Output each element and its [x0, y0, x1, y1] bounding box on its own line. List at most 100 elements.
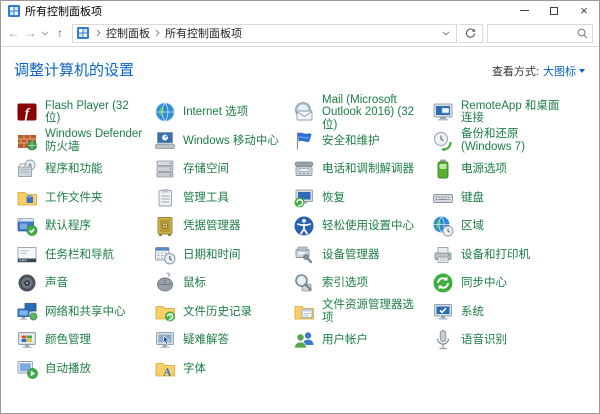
control-panel-item[interactable]: Internet 选项	[149, 98, 288, 127]
control-panel-item[interactable]: 区域	[427, 212, 587, 241]
item-label: 疑难解答	[183, 334, 229, 346]
item-label: 鼠标	[183, 277, 206, 289]
item-label: Mail (Microsoft Outlook 2016) (32 位)	[322, 93, 415, 131]
address-bar[interactable]: 控制面板 所有控制面板项	[72, 23, 457, 43]
address-dropdown-button[interactable]	[438, 30, 454, 36]
control-panel-item[interactable]: 凭据管理器	[149, 212, 288, 241]
item-label: 文件资源管理器选项	[322, 299, 414, 324]
recovery-icon	[293, 187, 315, 209]
control-panel-item[interactable]: 工作文件夹	[11, 184, 149, 213]
refresh-button[interactable]	[459, 23, 483, 43]
item-label: 系统	[461, 305, 484, 318]
breadcrumb-control-panel[interactable]: 控制面板	[104, 25, 152, 41]
item-label: 索引选项	[322, 277, 368, 289]
control-panel-item[interactable]: 程序和功能	[11, 155, 149, 184]
item-label: 键盘	[461, 191, 484, 204]
item-label: 工作文件夹	[45, 191, 103, 204]
control-panel-item[interactable]: Windows 移动中心	[149, 127, 288, 156]
minimize-button[interactable]	[509, 1, 539, 20]
control-panel-item[interactable]: 默认程序	[11, 212, 149, 241]
control-panel-item[interactable]: 颜色管理	[11, 326, 149, 355]
control-panel-item[interactable]: 自动播放	[11, 355, 149, 384]
work-folders-icon	[16, 187, 38, 209]
item-label: 存储空间	[183, 163, 229, 175]
date-time-icon	[154, 244, 176, 266]
control-panel-item[interactable]: 日期和时间	[149, 241, 288, 270]
item-label: 语音识别	[461, 334, 507, 346]
item-label: 默认程序	[45, 220, 91, 232]
control-panel-item[interactable]: 电话和调制解调器	[288, 155, 427, 184]
control-panel-item[interactable]: Windows Defender 防火墙	[11, 127, 149, 156]
search-input[interactable]	[488, 24, 572, 42]
up-button[interactable]: ↑	[51, 26, 69, 40]
item-label: 网络和共享中心	[45, 305, 126, 318]
control-panel-item[interactable]: 疑难解答	[149, 326, 288, 355]
control-panel-item[interactable]: 存储空间	[149, 155, 288, 184]
item-label: 声音	[45, 277, 68, 289]
item-label: 电源选项	[461, 163, 507, 175]
control-panel-item[interactable]: 轻松使用设置中心	[288, 212, 427, 241]
troubleshooting-icon	[154, 329, 176, 351]
control-panel-item[interactable]: 电源选项	[427, 155, 587, 184]
maximize-button[interactable]	[539, 1, 569, 20]
control-panel-item[interactable]: 系统	[427, 298, 587, 327]
view-by-label: 查看方式:	[491, 66, 539, 78]
default-programs-icon	[16, 215, 38, 237]
item-label: Internet 选项	[183, 106, 249, 118]
control-panel-item[interactable]: A 字体	[149, 355, 288, 384]
item-label: 日期和时间	[183, 248, 241, 261]
search-icon	[572, 28, 592, 39]
forward-button[interactable]: →	[22, 26, 39, 40]
control-panel-items-grid: f Flash Player (32 位) Internet 选项 Mail (Mic…	[11, 94, 591, 384]
control-panel-item[interactable]: 同步中心	[427, 269, 587, 298]
control-panel-item[interactable]: 备份和还原(Windows 7)	[427, 127, 587, 156]
back-button[interactable]: ←	[5, 26, 22, 40]
control-panel-item[interactable]: 用户帐户	[288, 326, 427, 355]
refresh-icon	[465, 27, 476, 38]
control-panel-item[interactable]: 文件历史记录	[149, 298, 288, 327]
control-panel-item[interactable]: 网络和共享中心	[11, 298, 149, 327]
control-panel-item[interactable]: 安全和维护	[288, 127, 427, 156]
storage-spaces-icon	[154, 158, 176, 180]
control-panel-item[interactable]: 语音识别	[427, 326, 587, 355]
autoplay-icon	[16, 358, 38, 380]
item-label: 轻松使用设置中心	[322, 220, 414, 232]
item-label: 程序和功能	[45, 163, 103, 175]
svg-text:A: A	[163, 366, 171, 378]
control-panel-item[interactable]: Mail (Microsoft Outlook 2016) (32 位)	[288, 94, 427, 131]
flash-player-icon: f	[16, 101, 38, 123]
control-panel-item[interactable]: 文件资源管理器选项	[288, 298, 427, 327]
view-by-value: 大图标	[543, 66, 576, 78]
item-label: 备份和还原(Windows 7)	[461, 128, 525, 153]
admin-tools-icon	[154, 187, 176, 209]
sound-icon	[16, 272, 38, 294]
item-label: 文件历史记录	[183, 305, 252, 318]
device-manager-icon	[293, 244, 315, 266]
control-panel-item[interactable]: 管理工具	[149, 184, 288, 213]
control-panel-item[interactable]: 设备和打印机	[427, 241, 587, 270]
power-options-icon	[432, 158, 454, 180]
close-button[interactable]: ×	[569, 1, 599, 20]
control-panel-item[interactable]: 键盘	[427, 184, 587, 213]
backup-restore-icon	[432, 130, 454, 152]
control-panel-item[interactable]: 索引选项	[288, 269, 427, 298]
control-panel-item[interactable]: 鼠标	[149, 269, 288, 298]
control-panel-item[interactable]: f Flash Player (32 位)	[11, 98, 149, 127]
search-box[interactable]	[487, 23, 593, 43]
control-panel-item[interactable]: 声音	[11, 269, 149, 298]
chevron-down-icon	[41, 30, 49, 36]
breadcrumb-all-items[interactable]: 所有控制面板项	[163, 25, 244, 41]
control-panel-item[interactable]: 恢复	[288, 184, 427, 213]
control-panel-item[interactable]: 任务栏和导航	[11, 241, 149, 270]
recent-locations-button[interactable]	[39, 30, 51, 36]
security-maintenance-icon	[293, 130, 315, 152]
control-panel-item[interactable]: RemoteApp 和桌面连接	[427, 98, 587, 127]
item-label: 同步中心	[461, 277, 507, 289]
item-label: 用户帐户	[322, 334, 368, 346]
window-title: 所有控制面板项	[25, 5, 102, 18]
control-panel-item[interactable]: 设备管理器	[288, 241, 427, 270]
view-by-dropdown[interactable]: 大图标	[543, 63, 585, 79]
phone-modem-icon	[293, 158, 315, 180]
color-management-icon	[16, 329, 38, 351]
item-label: Windows 移动中心	[183, 134, 279, 147]
